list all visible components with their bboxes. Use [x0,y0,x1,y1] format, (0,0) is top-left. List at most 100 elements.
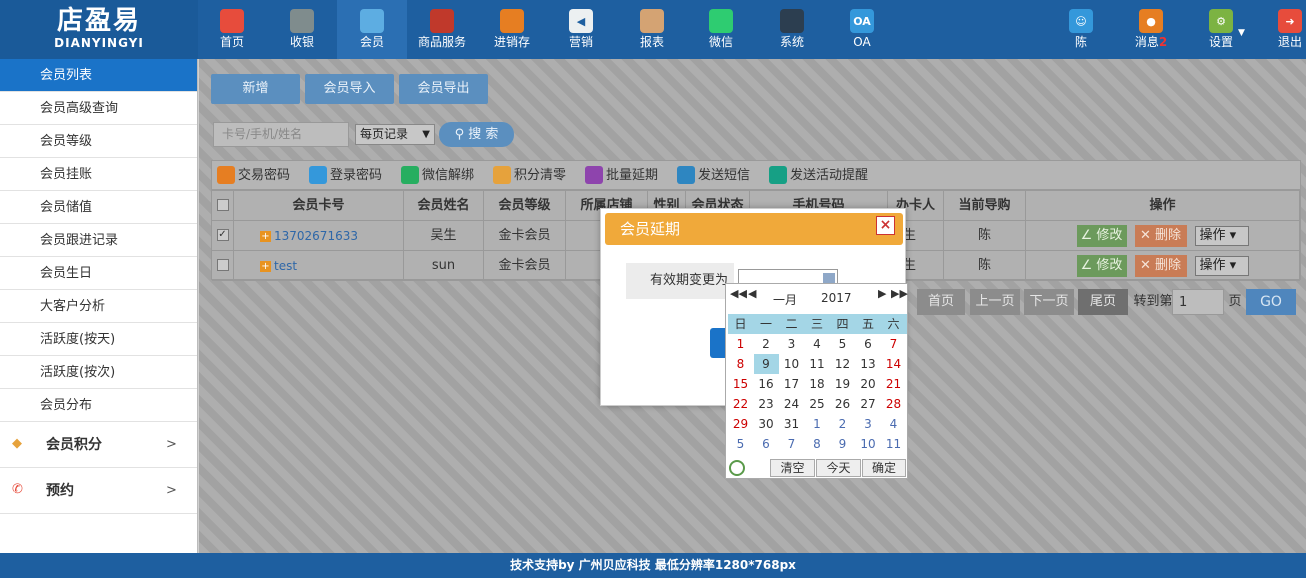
calendar-day[interactable]: 6 [754,434,779,454]
expand-icon[interactable]: + [260,231,271,242]
calendar-day[interactable]: 6 [856,334,881,354]
close-icon[interactable]: × [876,216,895,235]
calendar-day[interactable]: 3 [856,414,881,434]
calendar-day[interactable]: 28 [881,394,906,414]
calendar-day[interactable]: 26 [830,394,855,414]
calendar-day[interactable]: 1 [805,414,830,434]
calendar-day[interactable]: 2 [830,414,855,434]
calendar-day[interactable]: 4 [881,414,906,434]
prev-year-icon[interactable]: ◀◀ [730,287,747,300]
prev-month-icon[interactable]: ◀ [748,287,756,300]
next-month-icon[interactable]: ▶ [878,287,886,300]
member-card-link[interactable]: test [274,259,297,273]
sidebar-item[interactable]: 活跃度(按次) [0,356,197,389]
nav-settings[interactable]: ⚙ 设置 ▼ [1198,0,1245,59]
operation-select[interactable]: 操作 ▾ [1194,225,1249,246]
first-page-button[interactable]: 首页 [917,289,965,315]
sidebar-item[interactable]: 会员生日 [0,257,197,290]
calendar-year[interactable]: 2017 [821,291,852,305]
toolbar-unlink[interactable]: 微信解绑 [401,165,474,186]
logo[interactable]: 店盈易 DIANYINGYI [0,0,198,59]
toolbar-lock[interactable]: 登录密码 [309,165,382,186]
toolbar-points-clear[interactable]: 积分清零 [493,165,566,186]
calendar-day[interactable]: 30 [754,414,779,434]
toolbar-mail[interactable]: 发送短信 [677,165,750,186]
import-members-button[interactable]: 会员导入 [305,74,394,104]
nav-messages[interactable]: ● 消息2 [1128,0,1174,59]
expand-icon[interactable]: + [260,261,271,272]
calendar-day[interactable]: 10 [779,354,804,374]
calendar-day[interactable]: 21 [881,374,906,394]
go-button[interactable]: GO [1246,289,1296,315]
today-button[interactable]: 今天 [816,459,861,477]
sidebar-item[interactable]: 会员等级 [0,125,197,158]
row-checkbox[interactable]: ✓ [216,228,229,241]
page-number-input[interactable]: 1 [1172,289,1224,315]
calendar-day[interactable]: 24 [779,394,804,414]
calendar-day[interactable]: 15 [728,374,753,394]
sidebar-item[interactable]: 会员高级查询 [0,92,197,125]
nav-member[interactable]: 会员 [337,0,407,59]
search-button[interactable]: ⚲ 搜 索 [439,122,514,147]
nav-home[interactable]: 首页 [211,0,253,59]
row-checkbox[interactable] [216,258,229,271]
sidebar-item[interactable]: 会员跟进记录 [0,224,197,257]
calendar-day[interactable]: 12 [830,354,855,374]
sidebar-item[interactable]: 会员储值 [0,191,197,224]
calendar-day[interactable]: 1 [728,334,753,354]
calendar-day[interactable]: 5 [728,434,753,454]
nav-megaphone[interactable]: ◀ 营销 [560,0,602,59]
edit-button[interactable]: ∠ 修改 [1076,254,1127,277]
nav-cash-register[interactable]: 收银 [280,0,324,59]
calendar-day[interactable]: 2 [754,334,779,354]
sidebar-group-points[interactable]: ◆ 会员积分 > [0,422,197,468]
calendar-day[interactable]: 9 [753,354,779,374]
nav-wechat[interactable]: 微信 [700,0,742,59]
sidebar-group-booking[interactable]: ✆ 预约 > [0,468,197,514]
calendar-day[interactable]: 13 [856,354,881,374]
operation-select[interactable]: 操作 ▾ [1194,255,1249,276]
export-members-button[interactable]: 会员导出 [399,74,488,104]
sidebar-item[interactable]: 会员列表 [0,59,197,92]
nav-monitor[interactable]: 系统 [770,0,814,59]
calendar-day[interactable]: 7 [881,334,906,354]
calendar-day[interactable]: 18 [805,374,830,394]
toolbar-key[interactable]: 交易密码 [217,165,290,186]
ok-button[interactable]: 确定 [862,459,906,477]
search-input[interactable]: 卡号/手机/姓名 [213,122,349,147]
clear-date-button[interactable]: 清空 [770,459,815,477]
nav-oa[interactable]: OA OA [840,0,884,59]
calendar-day[interactable]: 8 [728,354,753,374]
calendar-day[interactable]: 29 [728,414,753,434]
delete-button[interactable]: ✕ 删除 [1134,224,1187,247]
calendar-day[interactable]: 11 [881,434,906,454]
calendar-day[interactable]: 10 [856,434,881,454]
toolbar-clock[interactable]: 批量延期 [585,165,658,186]
nav-report[interactable]: 报表 [630,0,674,59]
next-page-button[interactable]: 下一页 [1024,289,1074,315]
calendar-day[interactable]: 31 [779,414,804,434]
calendar-day[interactable]: 22 [728,394,753,414]
calendar-day[interactable]: 4 [805,334,830,354]
add-member-button[interactable]: 新增 [211,74,300,104]
next-year-icon[interactable]: ▶▶ [891,287,908,300]
nav-inventory[interactable]: 进销存 [488,0,536,59]
nav-user[interactable]: ☺ 陈 [1060,0,1102,59]
calendar-day[interactable]: 14 [881,354,906,374]
per-page-select[interactable]: 每页记录 ▼ [355,124,435,145]
last-page-button[interactable]: 尾页 [1078,289,1128,315]
calendar-day[interactable]: 8 [805,434,830,454]
sidebar-item[interactable]: 会员挂账 [0,158,197,191]
calendar-day[interactable]: 23 [754,394,779,414]
calendar-day[interactable]: 20 [856,374,881,394]
delete-button[interactable]: ✕ 删除 [1134,254,1187,277]
calendar-day[interactable]: 16 [754,374,779,394]
calendar-day[interactable]: 19 [830,374,855,394]
calendar-day[interactable]: 7 [779,434,804,454]
calendar-day[interactable]: 25 [805,394,830,414]
calendar-month[interactable]: 一月 [773,291,797,308]
calendar-day[interactable]: 11 [805,354,830,374]
calendar-day[interactable]: 3 [779,334,804,354]
nav-product[interactable]: 商品服务 [413,0,471,59]
sidebar-item[interactable]: 会员分布 [0,389,197,422]
